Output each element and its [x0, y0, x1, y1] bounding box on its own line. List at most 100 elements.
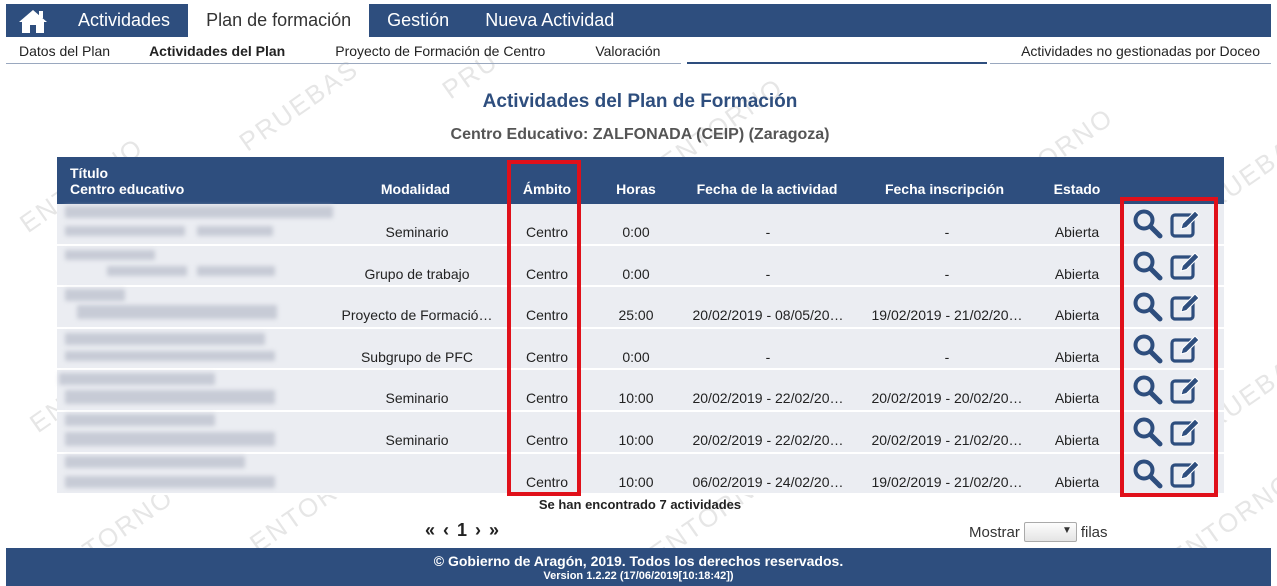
cell-titulo-centro-redacted[interactable] — [57, 412, 337, 452]
cell-titulo-centro-redacted[interactable] — [57, 329, 337, 369]
row-actions — [1132, 208, 1201, 240]
cell-fecha-actividad: 06/02/2019 - 24/02/20… — [692, 473, 844, 490]
cell-estado: Abierta — [1054, 307, 1100, 324]
cell-modalidad: Seminario — [385, 390, 449, 407]
cell-fecha-inscripcion: 20/02/2019 - 20/02/20… — [871, 390, 1023, 407]
cell-fecha-inscripcion: 19/02/2019 - 21/02/20… — [871, 307, 1023, 324]
subtab-valoracion[interactable]: Valoración — [582, 43, 679, 59]
header-modalidad[interactable]: Modalidad — [347, 181, 484, 197]
cell-titulo-centro-redacted[interactable] — [57, 246, 337, 286]
tab-nueva-actividad[interactable]: Nueva Actividad — [467, 4, 632, 37]
cell-horas: 0:00 — [622, 348, 650, 365]
rows-per-page-select[interactable] — [1023, 522, 1077, 542]
edit-icon[interactable] — [1169, 333, 1201, 365]
cell-ambito: Centro — [525, 265, 569, 282]
row-actions — [1132, 458, 1201, 490]
cell-estado: Abierta — [1054, 224, 1100, 240]
edit-icon[interactable] — [1169, 458, 1201, 490]
tab-gestion[interactable]: Gestión — [369, 4, 467, 37]
header-fecha-inscripcion[interactable]: Fecha inscripción — [862, 181, 1027, 197]
activities-table: Título Centro educativo Modalidad Ámbito… — [57, 157, 1224, 496]
row-actions — [1132, 291, 1201, 323]
results-count: Se han encontrado 7 actividades — [538, 497, 742, 512]
pagination: « ‹ 1 › » — [425, 520, 499, 541]
table-row[interactable]: Proyecto de Formació… Centro 25:00 20/02/20… — [57, 287, 1224, 329]
header-fecha-actividad[interactable]: Fecha de la actividad — [682, 181, 852, 197]
footer-copyright: © Gobierno de Aragón, 2019. Todos los de… — [433, 553, 844, 569]
table-row[interactable]: Subgrupo de PFC Centro 0:00 - - Abierta — [57, 328, 1224, 371]
header-ambito[interactable]: Ámbito — [512, 181, 582, 197]
table-body: Seminario Centro 0:00- - Abierta Grupo de tra… — [57, 204, 1224, 496]
first-page-button[interactable]: « — [425, 520, 435, 541]
table-row[interactable]: Seminario Centro 10:00 20/02/2019 - 22/02/2… — [57, 370, 1224, 412]
search-icon[interactable] — [1132, 208, 1164, 240]
edit-icon[interactable] — [1169, 250, 1201, 282]
cell-titulo-centro-redacted[interactable] — [57, 370, 337, 410]
cell-horas: 0:00 — [622, 224, 650, 240]
header-horas[interactable]: Horas — [602, 181, 670, 197]
top-navbar: Actividades Plan de formación Gestión Nu… — [6, 4, 1271, 37]
table-row[interactable]: Grupo de trabajo Centro 0:00 - - Abierta — [57, 245, 1224, 288]
search-icon[interactable] — [1132, 458, 1164, 490]
cell-modalidad: Grupo de trabajo — [364, 265, 470, 282]
cell-estado: Abierta — [1054, 473, 1100, 490]
subnav-divider-right — [990, 63, 1271, 64]
cell-modalidad: Proyecto de Formació… — [341, 307, 493, 324]
page-title: Actividades del Plan de Formación — [482, 91, 798, 112]
rows-per-page-suffix: filas — [1080, 523, 1108, 541]
header-centro[interactable]: Centro educativo — [70, 181, 184, 197]
cell-fecha-actividad: - — [765, 265, 771, 282]
cell-modalidad: Seminario — [385, 224, 449, 240]
table-row[interactable]: Centro 10:00 06/02/2019 - 24/02/20… 19/02/2… — [57, 453, 1224, 496]
edit-icon[interactable] — [1169, 208, 1201, 240]
row-actions — [1132, 250, 1201, 282]
subtab-actividades-no-gestionadas[interactable]: Actividades no gestionadas por Doceo — [1021, 43, 1271, 59]
footer-version: Version 1.2.22 (17/06/2019[10:18:42]) — [543, 570, 734, 582]
cell-modalidad: Seminario — [385, 431, 449, 448]
cell-horas: 10:00 — [618, 431, 654, 448]
header-titulo[interactable]: Título — [70, 165, 184, 181]
tab-plan-de-formacion[interactable]: Plan de formación — [188, 4, 370, 37]
edit-icon[interactable] — [1169, 291, 1201, 323]
header-estado[interactable]: Estado — [1037, 181, 1117, 197]
subtab-proyecto-formacion-centro[interactable]: Proyecto de Formación de Centro — [322, 43, 582, 59]
search-icon[interactable] — [1132, 374, 1164, 406]
next-page-button[interactable]: › — [475, 520, 481, 541]
cell-estado: Abierta — [1054, 390, 1100, 407]
cell-ambito: Centro — [525, 390, 569, 407]
edit-icon[interactable] — [1169, 374, 1201, 406]
cell-horas: 10:00 — [618, 473, 654, 490]
last-page-button[interactable]: » — [489, 520, 499, 541]
row-actions — [1132, 416, 1201, 448]
current-page[interactable]: 1 — [457, 520, 467, 541]
search-icon[interactable] — [1132, 291, 1164, 323]
subnav-active-indicator — [687, 62, 987, 64]
page-subtitle: Centro Educativo: ZALFONADA (CEIP) (Zara… — [450, 126, 830, 143]
tab-actividades[interactable]: Actividades — [60, 4, 188, 37]
home-button[interactable] — [6, 4, 60, 37]
table-row[interactable]: Seminario Centro 0:00 - - Abierta — [57, 204, 1224, 246]
row-actions — [1132, 333, 1201, 365]
search-icon[interactable] — [1132, 333, 1164, 365]
table-row[interactable]: Seminario Centro 10:00 20/02/2019 - 22/02/2… — [57, 411, 1224, 454]
cell-estado: Abierta — [1054, 348, 1100, 365]
subtab-actividades-del-plan[interactable]: Actividades del Plan — [129, 43, 322, 59]
cell-horas: 25:00 — [618, 307, 654, 324]
cell-fecha-inscripcion: - — [944, 265, 950, 282]
cell-fecha-inscripcion: 20/02/2019 - 21/02/20… — [871, 431, 1023, 448]
row-actions — [1132, 374, 1201, 406]
prev-page-button[interactable]: ‹ — [443, 520, 449, 541]
table-header: Título Centro educativo Modalidad Ámbito… — [57, 157, 1224, 204]
subtab-datos-del-plan[interactable]: Datos del Plan — [6, 43, 129, 59]
edit-icon[interactable] — [1169, 416, 1201, 448]
cell-fecha-actividad: - — [765, 348, 771, 365]
cell-titulo-centro-redacted[interactable] — [57, 204, 337, 244]
cell-titulo-centro-redacted[interactable] — [57, 287, 337, 327]
home-icon — [19, 9, 47, 33]
cell-modalidad: Subgrupo de PFC — [360, 348, 474, 365]
search-icon[interactable] — [1132, 416, 1164, 448]
cell-titulo-centro-redacted[interactable] — [57, 454, 337, 494]
cell-ambito: Centro — [525, 307, 569, 324]
cell-horas: 0:00 — [622, 265, 650, 282]
search-icon[interactable] — [1132, 250, 1164, 282]
